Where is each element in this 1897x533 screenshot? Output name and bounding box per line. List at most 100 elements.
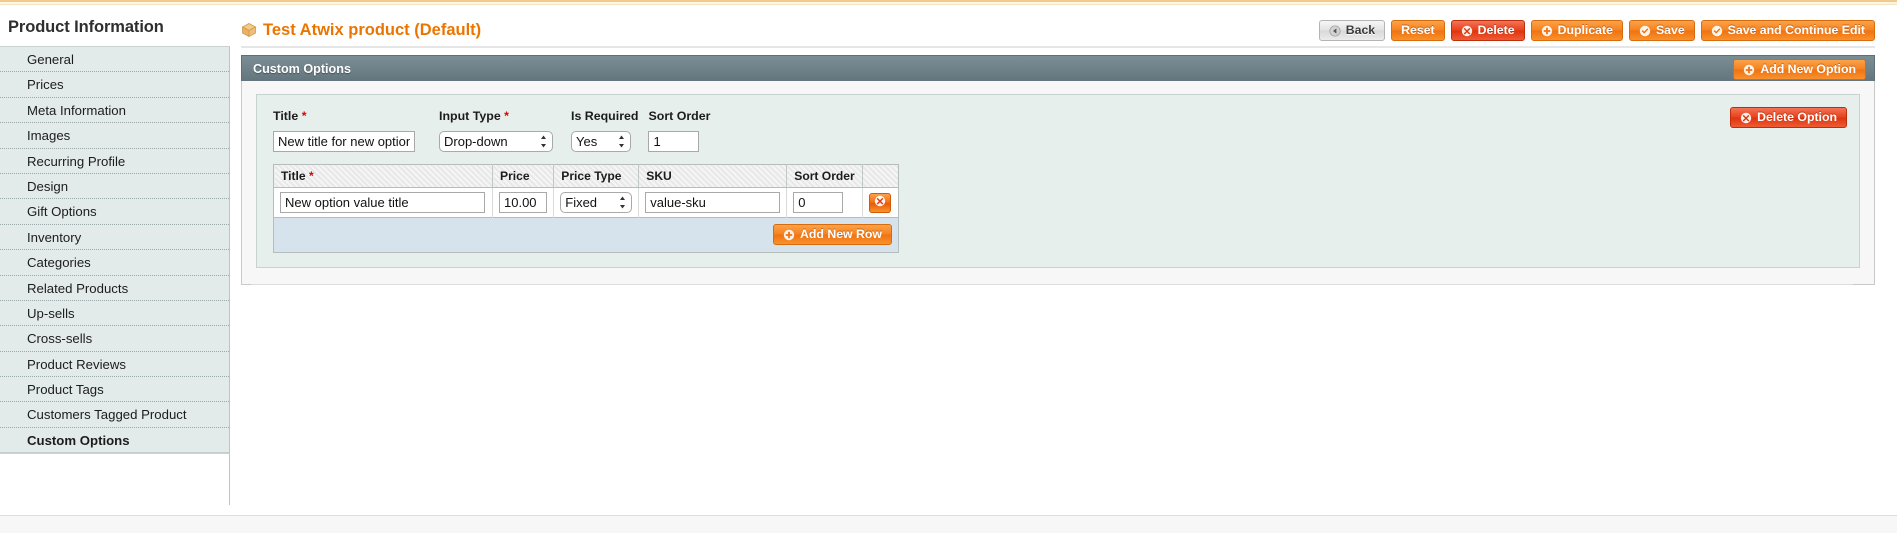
sidebar-item-meta-information[interactable]: Meta Information <box>0 98 229 124</box>
save-button[interactable]: Save <box>1628 20 1695 41</box>
sidebar-item-recurring-profile[interactable]: Recurring Profile <box>0 149 229 174</box>
value-price-input[interactable] <box>499 192 547 213</box>
cell-sku <box>638 187 788 218</box>
is-required-select[interactable]: Yes <box>571 131 631 152</box>
delete-circle-icon <box>874 194 886 212</box>
reset-button[interactable]: Reset <box>1391 20 1445 41</box>
add-row-footer: Add New Row <box>273 217 899 252</box>
button-label: Duplicate <box>1557 23 1613 38</box>
value-price-type-select[interactable]: Fixed <box>560 192 633 213</box>
value-sku-input[interactable] <box>645 192 781 213</box>
sidebar-item-label: Product Tags <box>27 382 104 398</box>
title-input[interactable] <box>273 131 415 152</box>
label-text: Title <box>273 109 299 123</box>
page-action-buttons: Back Reset Delete Duplicate Save Save and Con… <box>1318 20 1875 41</box>
required-asterisk: * <box>500 109 509 123</box>
sidebar-item-product-reviews[interactable]: Product Reviews <box>0 352 229 378</box>
column-header-label: Title <box>281 169 306 183</box>
option-values-table: Title * Price Price Type SKU Sort Order Fixe… <box>273 164 899 253</box>
sidebar-item-related-products[interactable]: Related Products <box>0 276 229 301</box>
sidebar-item-up-sells[interactable]: Up-sells <box>0 301 229 327</box>
back-button[interactable]: Back <box>1318 20 1386 41</box>
field-input-type: Input Type * Drop-down <box>439 109 553 152</box>
panel-bottom-divider <box>251 283 1853 285</box>
option-fields-row: Title *Input Type *Drop-downIs RequiredY… <box>273 109 1843 152</box>
sidebar-item-label: Inventory <box>27 229 82 245</box>
button-label: Reset <box>1401 23 1435 38</box>
label-text: Input Type <box>439 109 501 123</box>
field-label-title: Title * <box>273 109 415 123</box>
sidebar-item-label: Meta Information <box>27 102 126 118</box>
sidebar-item-inventory[interactable]: Inventory <box>0 225 229 251</box>
delete-row-button[interactable] <box>868 192 891 213</box>
sidebar-item-customers-tagged-product[interactable]: Customers Tagged Product <box>0 402 229 428</box>
field-title: Title * <box>273 109 415 152</box>
required-asterisk: * <box>298 109 307 123</box>
button-label: Save and Continue Edit <box>1727 23 1865 38</box>
sidebar-item-label: Gift Options <box>27 204 97 220</box>
plus-circle-icon <box>1743 64 1755 76</box>
option-values-table-body: Fixed <box>273 187 899 218</box>
add-new-row-button[interactable]: Add New Row <box>773 224 892 245</box>
input-type-select-wrapper: Drop-down <box>439 131 553 152</box>
check-circle-icon <box>1711 25 1723 37</box>
footer-strip <box>0 515 1897 533</box>
sidebar-item-categories[interactable]: Categories <box>0 250 229 276</box>
option-values-table-head: Title * Price Price Type SKU Sort Order <box>273 164 899 188</box>
button-label: Back <box>1345 23 1376 38</box>
save-and-continue-edit-button[interactable]: Save and Continue Edit <box>1700 20 1875 41</box>
page-title: Test Atwix product (Default) <box>263 21 482 39</box>
sidebar-item-label: General <box>27 52 74 67</box>
sidebar-item-label: Images <box>27 128 71 144</box>
required-asterisk: * <box>305 169 314 183</box>
header-divider <box>241 46 1875 48</box>
sidebar-item-images[interactable]: Images <box>0 123 229 149</box>
column-header-label: SKU <box>646 169 672 183</box>
field-is-required: Is Required Yes <box>571 109 638 152</box>
sidebar-item-label: Recurring Profile <box>27 153 126 169</box>
column-header-sku: SKU <box>638 164 788 188</box>
custom-options-panel-header: Custom Options Add New Option <box>241 55 1875 81</box>
sidebar-item-cross-sells[interactable]: Cross-sells <box>0 326 229 352</box>
sidebar-item-list: General Prices Meta Information Images Recur… <box>0 46 230 454</box>
sidebar-item-label: Categories <box>27 255 91 271</box>
sidebar-item-label: Prices <box>27 77 64 93</box>
label-text: Is Required <box>571 109 639 123</box>
field-label-input-type: Input Type * <box>439 109 553 123</box>
add-new-option-button[interactable]: Add New Option <box>1733 59 1866 80</box>
delete-button[interactable]: Delete <box>1450 20 1525 41</box>
product-information-sidebar: Product Information General Prices Meta In… <box>0 14 230 506</box>
sidebar-item-product-tags[interactable]: Product Tags <box>0 377 229 403</box>
add-row-cell: Add New Row <box>273 217 899 252</box>
sidebar-item-gift-options[interactable]: Gift Options <box>0 199 229 225</box>
input-type-select[interactable]: Drop-down <box>439 131 553 152</box>
cell-title <box>273 187 493 218</box>
sidebar-item-label: Product Reviews <box>27 356 126 372</box>
delete-option-label: Delete Option <box>1757 110 1837 125</box>
sidebar-empty-panel <box>0 453 230 506</box>
column-header-price: Price <box>492 164 555 188</box>
sidebar-item-label: Up-sells <box>27 305 75 321</box>
add-new-row-label: Add New Row <box>800 227 882 242</box>
value-sort-order-input[interactable] <box>793 192 844 213</box>
page-root: Product Information General Prices Meta In… <box>0 0 1897 533</box>
sidebar-item-prices[interactable]: Prices <box>0 72 229 98</box>
duplicate-button[interactable]: Duplicate <box>1530 20 1623 41</box>
table-row: Fixed <box>273 187 899 218</box>
sort-order-input[interactable] <box>648 131 700 152</box>
column-header-actions <box>862 164 899 188</box>
sidebar-item-general[interactable]: General <box>0 47 229 73</box>
table-header-row: Title * Price Price Type SKU Sort Order <box>273 164 899 188</box>
sidebar-item-design[interactable]: Design <box>0 174 229 200</box>
cell-actions <box>862 187 899 218</box>
is-required-select-wrapper: Yes <box>571 131 631 152</box>
main-content: Test Atwix product (Default) Back Reset De… <box>231 8 1897 285</box>
sidebar-item-label: Customers Tagged Product <box>27 407 187 423</box>
value-title-input[interactable] <box>280 192 485 213</box>
column-header-label: Price Type <box>561 169 622 183</box>
sidebar-item-custom-options[interactable]: Custom Options <box>0 427 229 454</box>
delete-option-button[interactable]: Delete Option <box>1730 107 1847 128</box>
column-header-label: Price <box>500 169 530 183</box>
sidebar-item-label: Design <box>27 178 69 194</box>
cell-price <box>492 187 555 218</box>
